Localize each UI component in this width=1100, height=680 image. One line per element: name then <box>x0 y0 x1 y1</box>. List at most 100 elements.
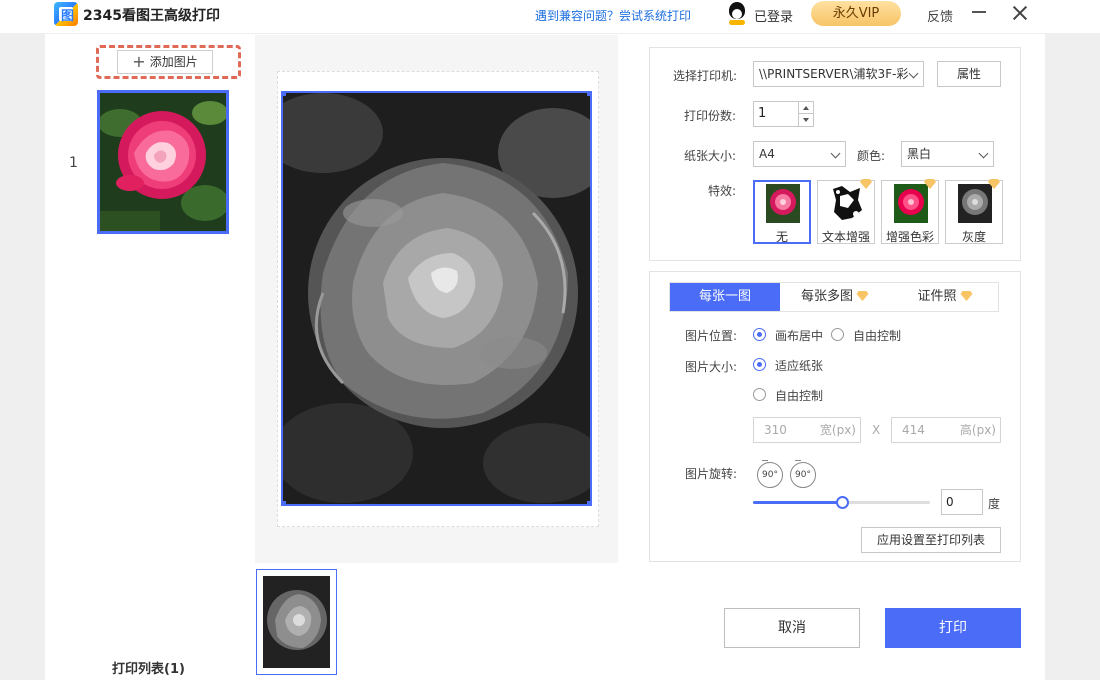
effect-color-enhance[interactable]: 增强色彩 <box>881 179 939 244</box>
decrement-icon[interactable] <box>799 114 813 126</box>
tab-one-per-page[interactable]: 每张一图 <box>670 283 780 311</box>
properties-button[interactable]: 属性 <box>937 61 1001 87</box>
printer-select[interactable]: \\PRINTSERVER\浦软3F-彩 <box>753 61 924 87</box>
vip-diamond-icon <box>856 291 869 301</box>
effect-color-enhance-preview <box>894 184 928 223</box>
copies-stepper[interactable] <box>799 101 814 127</box>
preview-image[interactable] <box>281 91 592 506</box>
color-select[interactable]: 黑白 <box>901 141 994 167</box>
image-list-panel: + 添加图片 1 打印列表(1) <box>45 35 255 680</box>
page-thumbnail[interactable] <box>256 569 337 675</box>
color-label: 颜色: <box>857 149 886 163</box>
copies-label: 打印份数: <box>684 109 737 123</box>
printer-value: \\PRINTSERVER\浦软3F-彩 <box>759 67 909 81</box>
chevron-down-icon <box>908 68 919 79</box>
rose-grayscale-preview <box>283 93 590 504</box>
resize-handle-tr[interactable] <box>587 93 590 96</box>
page-thumbnail-image <box>263 576 330 668</box>
copies-input[interactable]: 1 <box>753 101 799 127</box>
effect-grayscale-preview <box>958 184 992 223</box>
effect-text-enhance[interactable]: 文本增强 <box>817 179 875 244</box>
qq-avatar-icon[interactable] <box>726 2 748 26</box>
height-input[interactable]: 414 高(px) <box>891 417 1001 443</box>
width-input[interactable]: 310 宽(px) <box>753 417 861 443</box>
paper-size-select[interactable]: A4 <box>753 141 846 167</box>
effect-grayscale[interactable]: 灰度 <box>945 179 1003 244</box>
chevron-down-icon <box>830 148 841 159</box>
degree-unit: 度 <box>988 497 1001 511</box>
login-status[interactable]: 已登录 <box>754 6 793 25</box>
position-label: 图片位置: <box>685 329 738 343</box>
position-center-label[interactable]: 画布居中 <box>775 327 823 344</box>
vip-diamond-icon <box>988 179 1000 189</box>
effect-text-enhance-label: 文本增强 <box>821 230 870 244</box>
effect-color-enhance-label: 增强色彩 <box>885 230 934 244</box>
effect-none-preview <box>766 184 800 223</box>
increment-icon[interactable] <box>799 102 813 114</box>
size-free-radio[interactable] <box>753 388 766 401</box>
close-icon[interactable] <box>1010 3 1030 23</box>
size-free-label[interactable]: 自由控制 <box>775 387 823 404</box>
rotation-slider[interactable] <box>753 496 930 509</box>
tab-multi-per-page-label: 每张多图 <box>800 289 853 304</box>
feedback-link[interactable]: 反馈 <box>927 6 953 25</box>
thumbnail-index: 1 <box>69 155 78 171</box>
printer-label: 选择打印机: <box>673 69 738 83</box>
rotation-degree-input[interactable]: 0 <box>941 489 983 515</box>
size-fit-label[interactable]: 适应纸张 <box>775 357 823 374</box>
rose-color-thumbnail <box>98 93 229 231</box>
print-list-title: 打印列表(1) <box>112 662 185 677</box>
image-thumbnail-selected[interactable] <box>97 90 229 234</box>
tab-one-per-page-label: 每张一图 <box>698 289 751 304</box>
plus-icon: + <box>132 52 146 71</box>
print-button[interactable]: 打印 <box>885 608 1021 648</box>
window-margin-left <box>0 0 45 680</box>
vip-diamond-icon <box>860 179 872 189</box>
chevron-down-icon <box>978 148 989 159</box>
effect-none-label: 无 <box>775 230 788 244</box>
width-value: 310 <box>764 423 787 437</box>
effect-grayscale-label: 灰度 <box>961 230 986 244</box>
effects-label: 特效: <box>708 184 737 198</box>
tab-id-photo-label: 证件照 <box>917 289 957 304</box>
rotate-right-icon[interactable]: 90° <box>790 460 816 488</box>
tab-id-photo[interactable]: 证件照 <box>890 283 1000 311</box>
position-center-radio[interactable] <box>753 328 766 341</box>
app-logo-icon: 图 <box>54 2 78 26</box>
resize-handle-tl[interactable] <box>283 93 286 96</box>
vip-diamond-icon <box>924 179 936 189</box>
cancel-button[interactable]: 取消 <box>724 608 860 648</box>
vip-diamond-icon <box>960 291 972 301</box>
print-dialog: 图 2345看图王高级打印 遇到兼容问题？尝试系统打印 已登录 永久VIP 反馈… <box>0 0 1100 680</box>
width-unit: 宽(px) <box>819 423 856 437</box>
apply-to-list-button[interactable]: 应用设置至打印列表 <box>861 527 1001 553</box>
color-value: 黑白 <box>907 147 932 161</box>
rotation-slider-fill <box>753 501 842 504</box>
size-label: 图片大小: <box>685 360 738 374</box>
paper-size-value: A4 <box>759 147 775 161</box>
times-sign: X <box>872 423 881 437</box>
tab-multi-per-page[interactable]: 每张多图 <box>780 283 890 311</box>
rotate-left-icon[interactable]: 90° <box>757 460 783 488</box>
resize-handle-bl[interactable] <box>283 501 286 504</box>
height-unit: 高(px) <box>959 423 996 437</box>
resize-handle-br[interactable] <box>587 501 590 504</box>
position-free-radio[interactable] <box>831 328 844 341</box>
add-image-label: 添加图片 <box>149 55 198 69</box>
size-fit-radio[interactable] <box>753 358 766 371</box>
window-margin-right <box>1045 0 1100 680</box>
height-value: 414 <box>902 423 925 437</box>
minimize-icon[interactable] <box>972 11 986 13</box>
rotation-slider-handle[interactable] <box>836 496 849 509</box>
effect-none[interactable]: 无 <box>753 180 811 244</box>
rotate-label: 图片旋转: <box>685 467 738 481</box>
layout-tabs: 每张一图 每张多图 证件照 <box>669 282 999 312</box>
effect-text-enhance-preview <box>830 184 864 223</box>
vip-button[interactable]: 永久VIP <box>811 1 901 26</box>
title-bar: 图 2345看图王高级打印 遇到兼容问题？尝试系统打印 已登录 永久VIP 反馈 <box>0 0 1100 34</box>
position-free-label[interactable]: 自由控制 <box>853 327 901 344</box>
add-image-button[interactable]: + 添加图片 <box>117 50 213 74</box>
paper-size-label: 纸张大小: <box>684 149 737 163</box>
system-print-link[interactable]: 遇到兼容问题？尝试系统打印 <box>535 7 691 24</box>
app-title: 2345看图王高级打印 <box>83 8 220 24</box>
